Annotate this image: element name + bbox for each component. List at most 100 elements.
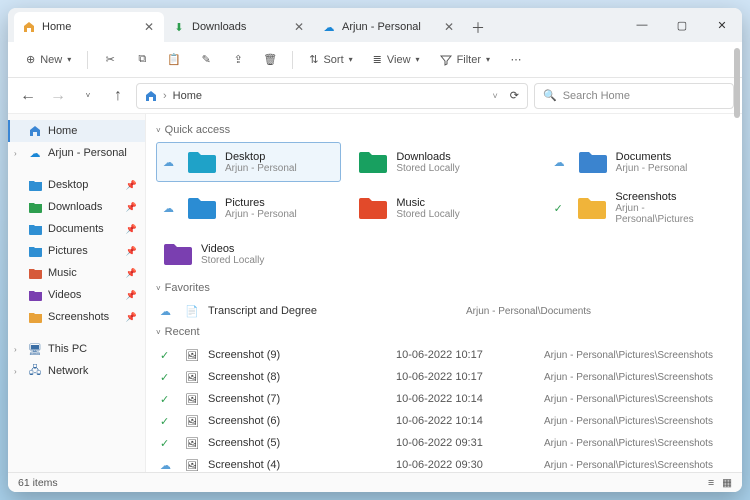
close-window-button[interactable]: ✕ xyxy=(702,8,742,42)
recent-item[interactable]: ✓🖼Screenshot (5)10-06-2022 09:31Arjun - … xyxy=(156,432,732,454)
recent-item[interactable]: ✓🖼Screenshot (9)10-06-2022 10:17Arjun - … xyxy=(156,344,732,366)
quick-access-desktop[interactable]: ☁DesktopArjun - Personal xyxy=(156,142,341,182)
folder-name: Documents xyxy=(616,151,688,163)
trash-icon: 🗑 xyxy=(263,53,277,66)
recent-item[interactable]: ✓🖼Screenshot (8)10-06-2022 10:17Arjun - … xyxy=(156,366,732,388)
chevron-right-icon: › xyxy=(14,367,17,376)
file-name: Screenshot (6) xyxy=(208,415,388,427)
file-path: Arjun - Personal\Pictures\Screenshots xyxy=(544,372,713,383)
quick-access-downloads[interactable]: DownloadsStored Locally xyxy=(351,142,536,182)
refresh-button[interactable]: ⟳ xyxy=(510,89,519,102)
quick-access-pictures[interactable]: ☁PicturesArjun - Personal xyxy=(156,188,341,228)
folder-name: Downloads xyxy=(396,151,459,163)
sidebar-item-videos[interactable]: Videos📌 xyxy=(8,284,145,306)
sidebar-item-desktop[interactable]: Desktop📌 xyxy=(8,174,145,196)
image-icon: 🖼 xyxy=(184,435,200,451)
home-icon xyxy=(22,20,36,34)
pin-icon: 📌 xyxy=(126,312,137,323)
paste-icon: 📋 xyxy=(167,53,181,66)
pin-icon: 📌 xyxy=(126,246,137,257)
sidebar: Home › ☁ Arjun - Personal Desktop📌Downlo… xyxy=(8,114,146,472)
folder-icon xyxy=(28,222,42,236)
recent-locations-button[interactable]: ˅ xyxy=(76,84,100,108)
copy-icon: ⧉ xyxy=(138,53,146,66)
cloud-status-icon: ☁ xyxy=(163,156,175,169)
forward-button[interactable]: → xyxy=(46,84,70,108)
recent-item[interactable]: ✓🖼Screenshot (7)10-06-2022 10:14Arjun - … xyxy=(156,388,732,410)
quick-access-music[interactable]: MusicStored Locally xyxy=(351,188,536,228)
sidebar-item-thispc[interactable]: › 🖥 This PC xyxy=(8,338,145,360)
paste-button[interactable]: 📋 xyxy=(160,47,188,73)
titlebar: Home✕⬇Downloads✕☁Arjun - Personal✕ ＋ — ▢… xyxy=(8,8,742,42)
close-tab-button[interactable]: ✕ xyxy=(442,20,456,34)
chevron-right-icon: › xyxy=(14,149,17,158)
sidebar-item-personal[interactable]: › ☁ Arjun - Personal xyxy=(8,142,145,164)
sidebar-item-screenshots[interactable]: Screenshots📌 xyxy=(8,306,145,328)
sync-status-icon: ✓ xyxy=(554,202,566,215)
share-button[interactable]: ⇪ xyxy=(224,47,252,73)
pin-icon: 📌 xyxy=(126,202,137,213)
large-icons-view-button[interactable]: ▦ xyxy=(722,477,732,489)
vertical-scrollbar[interactable] xyxy=(732,48,740,462)
search-input[interactable]: 🔍 Search Home xyxy=(534,83,734,109)
new-button[interactable]: ⊕ New ▾ xyxy=(18,47,79,73)
folder-icon xyxy=(187,195,217,221)
chevron-down-icon[interactable]: ˅ xyxy=(493,91,498,101)
folder-icon xyxy=(28,310,42,324)
details-view-button[interactable]: ≡ xyxy=(708,477,714,489)
minimize-button[interactable]: — xyxy=(622,8,662,42)
filter-button[interactable]: Filter ▾ xyxy=(432,47,498,73)
quick-access-screenshots[interactable]: ✓ScreenshotsArjun - Personal\Pictures xyxy=(547,188,732,228)
cut-button[interactable]: ✂ xyxy=(96,47,124,73)
maximize-button[interactable]: ▢ xyxy=(662,8,702,42)
new-tab-button[interactable]: ＋ xyxy=(464,14,492,42)
folder-name: Videos xyxy=(201,243,264,255)
folder-location: Stored Locally xyxy=(396,163,459,174)
quick-access-videos[interactable]: VideosStored Locally xyxy=(156,234,341,274)
recent-item[interactable]: ☁🖼Screenshot (4)10-06-2022 09:30Arjun - … xyxy=(156,454,732,472)
file-name: Screenshot (9) xyxy=(208,349,388,361)
tab-home[interactable]: Home✕ xyxy=(14,12,164,42)
download-icon: ⬇ xyxy=(172,20,186,34)
image-icon: 🖼 xyxy=(184,369,200,385)
status-bar: 61 items ≡ ▦ xyxy=(8,472,742,492)
sync-status-icon: ✓ xyxy=(160,393,172,406)
rename-button[interactable]: ✎ xyxy=(192,47,220,73)
recent-item[interactable]: ✓🖼Screenshot (6)10-06-2022 10:14Arjun - … xyxy=(156,410,732,432)
sidebar-item-network[interactable]: › 🖧 Network xyxy=(8,360,145,382)
pin-icon: 📌 xyxy=(126,224,137,235)
home-icon xyxy=(28,124,42,138)
up-button[interactable]: ↑ xyxy=(106,84,130,108)
quick-access-documents[interactable]: ☁DocumentsArjun - Personal xyxy=(547,142,732,182)
sort-button[interactable]: ⇅ Sort ▾ xyxy=(301,47,360,73)
sidebar-item-home[interactable]: Home xyxy=(8,120,145,142)
image-icon: 🖼 xyxy=(184,391,200,407)
back-button[interactable]: ← xyxy=(16,84,40,108)
favorites-header[interactable]: ˅Favorites xyxy=(156,282,732,294)
quick-access-header[interactable]: ˅Quick access xyxy=(156,124,732,136)
folder-icon xyxy=(28,200,42,214)
view-button[interactable]: ≣ View ▾ xyxy=(365,47,428,73)
close-tab-button[interactable]: ✕ xyxy=(292,20,306,34)
cloud-status-icon: ☁ xyxy=(163,202,175,215)
folder-name: Screenshots xyxy=(615,191,725,203)
tab-downloads[interactable]: ⬇Downloads✕ xyxy=(164,12,314,42)
breadcrumb[interactable]: Home xyxy=(173,90,202,102)
copy-button[interactable]: ⧉ xyxy=(128,47,156,73)
sidebar-item-documents[interactable]: Documents📌 xyxy=(8,218,145,240)
delete-button[interactable]: 🗑 xyxy=(256,47,284,73)
folder-icon xyxy=(163,241,193,267)
sidebar-item-pictures[interactable]: Pictures📌 xyxy=(8,240,145,262)
cloud-status-icon: ☁ xyxy=(160,459,172,472)
cloud-icon: ☁ xyxy=(28,146,42,160)
tab-arjun-personal[interactable]: ☁Arjun - Personal✕ xyxy=(314,12,464,42)
favorite-item[interactable]: ☁📄Transcript and DegreeArjun - Personal\… xyxy=(156,300,732,322)
sidebar-item-downloads[interactable]: Downloads📌 xyxy=(8,196,145,218)
recent-header[interactable]: ˅Recent xyxy=(156,326,732,338)
close-tab-button[interactable]: ✕ xyxy=(142,20,156,34)
sync-status-icon: ✓ xyxy=(160,437,172,450)
file-explorer-window: Home✕⬇Downloads✕☁Arjun - Personal✕ ＋ — ▢… xyxy=(8,8,742,492)
more-button[interactable]: ⋯ xyxy=(502,47,530,73)
sidebar-item-music[interactable]: Music📌 xyxy=(8,262,145,284)
address-bar[interactable]: › Home ˅ ⟳ xyxy=(136,83,528,109)
